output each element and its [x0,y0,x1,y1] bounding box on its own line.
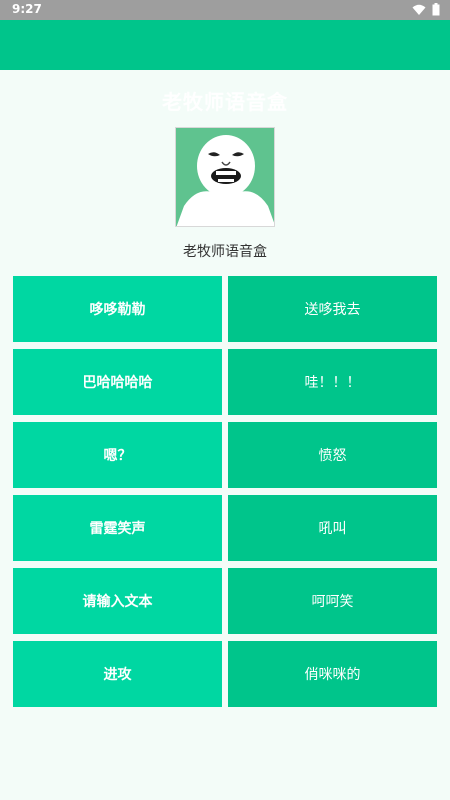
page-title: 老牧师语音盒 [162,90,288,114]
sound-button[interactable]: 请输入文本 [13,568,222,634]
sound-button[interactable]: 嗯？ [13,422,222,488]
app-toolbar [0,20,450,70]
status-time: 9:27 [12,2,42,16]
battery-icon [432,3,440,16]
sound-button[interactable]: 进攻 [13,641,222,707]
wifi-icon [412,4,426,16]
sound-button[interactable]: 哆哆勒勒 [13,276,222,342]
sound-button-grid: 哆哆勒勒 送哆我去 巴哈哈哈哈 哇！！！ 嗯？ 愤怒 雷霆笑声 吼叫 请输入文本… [13,276,437,707]
status-bar: 9:27 [0,0,450,20]
avatar [175,127,275,227]
sound-button[interactable]: 巴哈哈哈哈 [13,349,222,415]
sound-button[interactable]: 愤怒 [228,422,437,488]
sound-button[interactable]: 哇！！！ [228,349,437,415]
app-name: 老牧师语音盒 [183,244,267,260]
sound-button[interactable]: 呵呵笑 [228,568,437,634]
sound-button[interactable]: 雷霆笑声 [13,495,222,561]
sound-button[interactable]: 送哆我去 [228,276,437,342]
sound-button[interactable]: 俏咪咪的 [228,641,437,707]
sound-button[interactable]: 吼叫 [228,495,437,561]
